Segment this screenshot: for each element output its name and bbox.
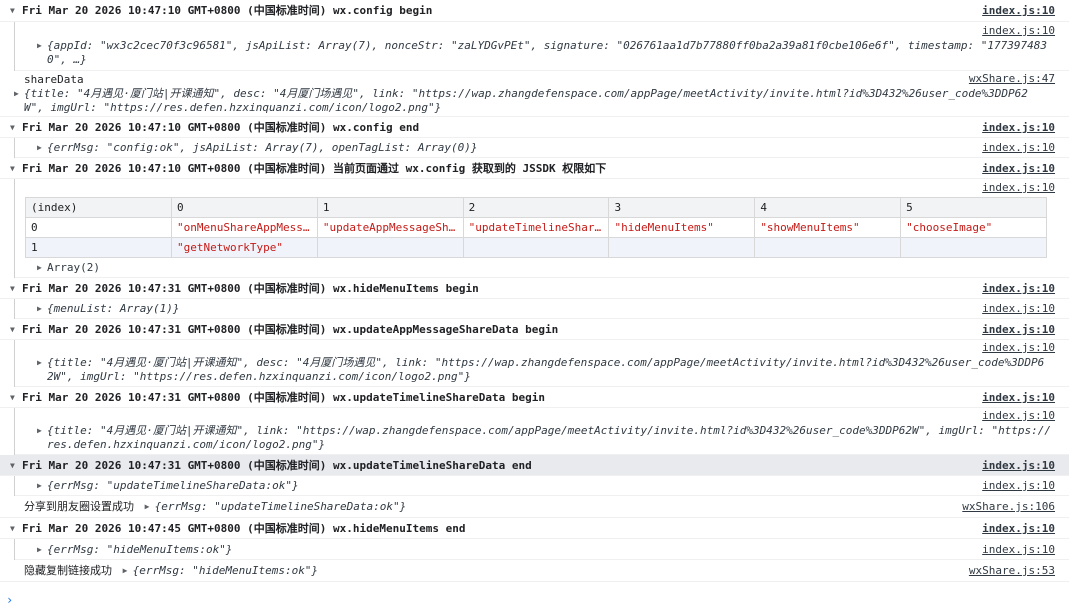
console-table: (index) 0 1 2 3 4 5 0 "onMenuShareAppMes…: [25, 197, 1047, 258]
object-preview[interactable]: ▶ {errMsg: "updateTimelineShareData:ok"}: [141, 500, 407, 513]
console-group-body: index.js:10 ▶ {errMsg: "hideMenuItems:ok"…: [14, 539, 1069, 560]
console-table-message: index.js:10 (index) 0 1 2 3 4 5 0 "onMen…: [15, 179, 1069, 278]
source-link[interactable]: index.js:10: [982, 319, 1055, 340]
devtools-console: ▼ Fri Mar 20 2026 10:47:10 GMT+0800 (中国标准…: [0, 0, 1069, 611]
table-header-cell[interactable]: 3: [608, 197, 756, 218]
console-message: index.js:10 ▶ {appId: "wx3c2cec70f3c96581…: [15, 22, 1069, 71]
group-toggle-icon[interactable]: ▼: [10, 117, 22, 138]
table-cell: 0: [25, 217, 172, 238]
object-preview[interactable]: ▶ {errMsg: "config:ok", jsApiList: Array(…: [15, 138, 1069, 158]
table-cell: [754, 237, 902, 258]
source-link[interactable]: wxShare.js:53: [969, 560, 1055, 582]
source-link[interactable]: index.js:10: [982, 455, 1055, 476]
table-cell: [900, 237, 1047, 258]
table-cell: "showMenuItems": [754, 217, 902, 238]
group-toggle-icon[interactable]: ▼: [10, 387, 22, 408]
source-link[interactable]: index.js:10: [982, 181, 1055, 194]
source-link[interactable]: wxShare.js:47: [969, 72, 1055, 85]
table-cell: [316, 237, 464, 258]
log-text: 分享到朋友圈设置成功: [24, 500, 134, 513]
object-preview[interactable]: ▶ {errMsg: "updateTimelineShareData:ok"}: [15, 476, 1069, 496]
group-toggle-icon[interactable]: ▼: [10, 319, 22, 340]
console-group-body: index.js:10 ▶ {errMsg: "updateTimelineSha…: [14, 476, 1069, 496]
object-preview[interactable]: ▶ {menuList: Array(1)}: [15, 299, 1069, 319]
table-header-cell[interactable]: 1: [316, 197, 464, 218]
console-message: shareData wxShare.js:47 ▶ {title: "4月遇见·厦…: [0, 71, 1069, 117]
object-preview[interactable]: ▶ {errMsg: "hideMenuItems:ok"}: [15, 539, 1069, 560]
group-toggle-icon[interactable]: ▼: [10, 0, 22, 22]
expand-object-icon[interactable]: ▶: [123, 560, 133, 582]
console-message: index.js:10 ▶ {title: "4月遇见·厦门站|开课通知", li…: [15, 408, 1069, 455]
console-group-header[interactable]: ▼ Fri Mar 20 2026 10:47:31 GMT+0800 (中国标准…: [0, 278, 1069, 299]
console-message: index.js:10 ▶ {menuList: Array(1)}: [15, 299, 1069, 319]
source-link[interactable]: index.js:10: [982, 518, 1055, 539]
console-group-header[interactable]: ▼ Fri Mar 20 2026 10:47:10 GMT+0800 (中国标准…: [0, 117, 1069, 138]
expand-object-icon[interactable]: ▶: [37, 356, 47, 370]
source-link[interactable]: index.js:10: [982, 0, 1055, 22]
console-group-body: index.js:10 (index) 0 1 2 3 4 5 0 "onMen…: [14, 179, 1069, 278]
group-toggle-icon[interactable]: ▼: [10, 158, 22, 179]
source-link[interactable]: index.js:10: [982, 387, 1055, 408]
table-cell: "updateTimelineShar…: [462, 217, 610, 238]
object-preview[interactable]: ▶ {appId: "wx3c2cec70f3c96581", jsApiList…: [15, 22, 1069, 67]
console-group-header[interactable]: ▼ Fri Mar 20 2026 10:47:31 GMT+0800 (中国标准…: [0, 455, 1069, 476]
table-header-cell[interactable]: 0: [171, 197, 318, 218]
expand-object-icon[interactable]: ▶: [37, 138, 47, 158]
console-group-header[interactable]: ▼ Fri Mar 20 2026 10:47:45 GMT+0800 (中国标准…: [0, 518, 1069, 539]
table-cell: 1: [25, 237, 172, 258]
console-group-body: index.js:10 ▶ {appId: "wx3c2cec70f3c96581…: [14, 22, 1069, 71]
table-header-row: (index) 0 1 2 3 4 5: [25, 197, 1047, 218]
table-cell: [608, 237, 756, 258]
expand-object-icon[interactable]: ▶: [14, 87, 24, 101]
expand-object-icon[interactable]: ▶: [37, 424, 47, 438]
table-cell: "chooseImage": [900, 217, 1047, 238]
log-label: shareData: [24, 73, 84, 86]
source-link[interactable]: wxShare.js:106: [962, 496, 1055, 518]
console-group-body: index.js:10 ▶ {menuList: Array(1)}: [14, 299, 1069, 319]
table-row: 1 "getNetworkType": [25, 237, 1047, 258]
console-group-header[interactable]: ▼ Fri Mar 20 2026 10:47:31 GMT+0800 (中国标准…: [0, 319, 1069, 340]
console-message: 隐藏复制链接成功 ▶ {errMsg: "hideMenuItems:ok"} w…: [0, 560, 1069, 582]
expand-object-icon[interactable]: ▶: [145, 496, 155, 518]
table-cell: [462, 237, 610, 258]
group-toggle-icon[interactable]: ▼: [10, 455, 22, 476]
console-group-body: index.js:10 ▶ {title: "4月遇见·厦门站|开课通知", li…: [14, 408, 1069, 455]
console-message: index.js:10 ▶ {errMsg: "updateTimelineSha…: [15, 476, 1069, 496]
console-message: index.js:10 ▶ {errMsg: "hideMenuItems:ok"…: [15, 539, 1069, 560]
console-message: index.js:10 ▶ {errMsg: "config:ok", jsApi…: [15, 138, 1069, 158]
console-group-body: index.js:10 ▶ {errMsg: "config:ok", jsApi…: [14, 138, 1069, 158]
expand-object-icon[interactable]: ▶: [37, 476, 47, 496]
console-prompt-icon[interactable]: ›: [6, 593, 13, 607]
group-toggle-icon[interactable]: ▼: [10, 278, 22, 299]
console-message: index.js:10 ▶ {title: "4月遇见·厦门站|开课通知", de…: [15, 340, 1069, 387]
table-cell: "updateAppMessageSh…: [316, 217, 464, 238]
expand-object-icon[interactable]: ▶: [37, 539, 47, 560]
console-group-body: index.js:10 ▶ {title: "4月遇见·厦门站|开课通知", de…: [14, 340, 1069, 387]
table-header-cell[interactable]: 4: [754, 197, 902, 218]
console-message: 分享到朋友圈设置成功 ▶ {errMsg: "updateTimelineShar…: [0, 496, 1069, 518]
source-link[interactable]: index.js:10: [982, 158, 1055, 179]
group-toggle-icon[interactable]: ▼: [10, 518, 22, 539]
console-group-header[interactable]: ▼ Fri Mar 20 2026 10:47:10 GMT+0800 (中国标准…: [0, 158, 1069, 179]
console-group-header[interactable]: ▼ Fri Mar 20 2026 10:47:31 GMT+0800 (中国标准…: [0, 387, 1069, 408]
source-link[interactable]: index.js:10: [982, 117, 1055, 138]
log-text: 隐藏复制链接成功: [24, 564, 112, 577]
table-cell: "getNetworkType": [171, 237, 318, 258]
table-cell: "onMenuShareAppMess…: [171, 217, 318, 238]
object-preview[interactable]: ▶ {title: "4月遇见·厦门站|开课通知", desc: "4月厦门场遇见…: [0, 87, 1069, 115]
source-link[interactable]: index.js:10: [982, 278, 1055, 299]
table-row: 0 "onMenuShareAppMess… "updateAppMessage…: [25, 217, 1047, 238]
table-header-cell[interactable]: 5: [900, 197, 1047, 218]
object-preview[interactable]: ▶ {title: "4月遇见·厦门站|开课通知", link: "https:/…: [15, 408, 1069, 452]
expand-object-icon[interactable]: ▶: [37, 299, 47, 319]
expand-object-icon[interactable]: ▶: [37, 258, 47, 278]
object-preview[interactable]: ▶ {title: "4月遇见·厦门站|开课通知", desc: "4月厦门场遇见…: [15, 340, 1069, 384]
object-preview[interactable]: ▶ {errMsg: "hideMenuItems:ok"}: [119, 564, 318, 577]
table-header-cell[interactable]: 2: [462, 197, 610, 218]
expand-object-icon[interactable]: ▶: [37, 39, 47, 53]
array-preview[interactable]: ▶ Array(2): [15, 258, 1069, 278]
table-cell: "hideMenuItems": [608, 217, 756, 238]
console-group-header[interactable]: ▼ Fri Mar 20 2026 10:47:10 GMT+0800 (中国标准…: [0, 0, 1069, 22]
table-header-cell[interactable]: (index): [25, 197, 172, 218]
